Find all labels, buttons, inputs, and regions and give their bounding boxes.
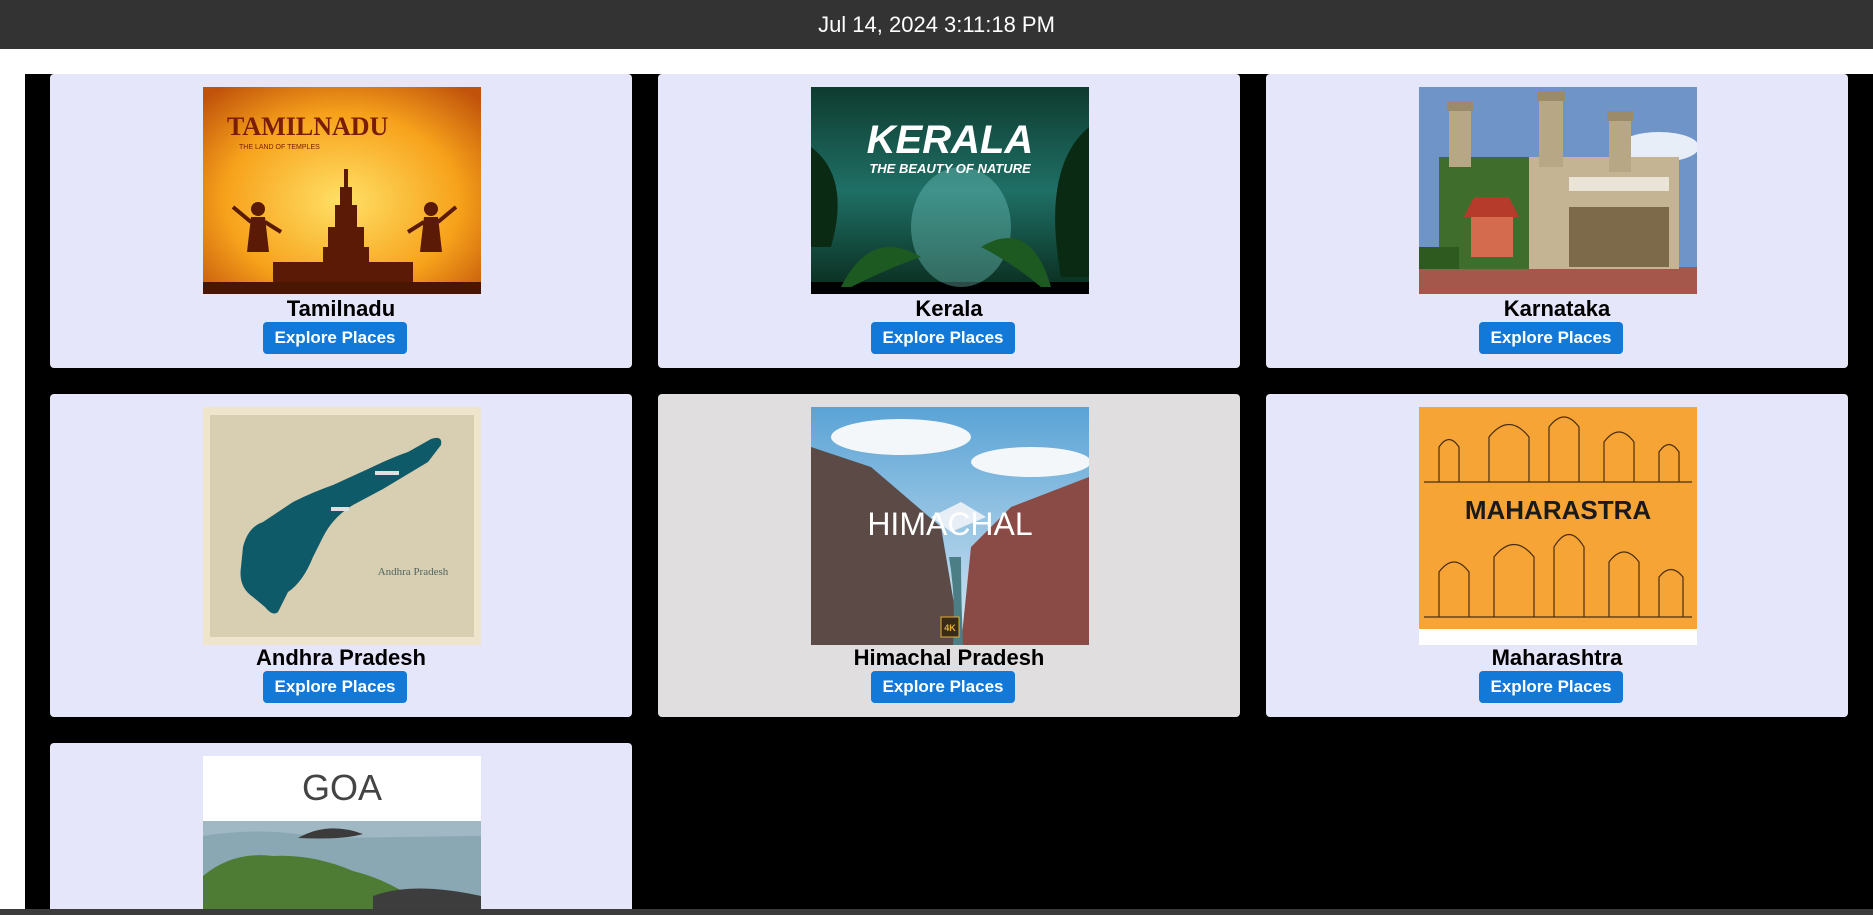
state-name: Maharashtra — [1491, 645, 1623, 670]
kerala-image: KERALA THE BEAUTY OF NATURE — [811, 87, 1089, 294]
explore-places-button[interactable]: Explore Places — [1479, 322, 1623, 354]
state-card-goa[interactable]: GOA — [50, 743, 632, 911]
state-name: Andhra Pradesh — [256, 645, 426, 670]
karnataka-image — [1419, 87, 1697, 294]
explore-places-button[interactable]: Explore Places — [871, 322, 1015, 354]
svg-text:GOA: GOA — [302, 767, 382, 808]
state-card-kerala[interactable]: KERALA THE BEAUTY OF NATURE Kerala Explo… — [658, 74, 1240, 368]
svg-text:THE LAND OF TEMPLES: THE LAND OF TEMPLES — [239, 144, 320, 151]
explore-places-button[interactable]: Explore Places — [871, 671, 1015, 703]
top-bar: Jul 14, 2024 3:11:18 PM — [0, 0, 1873, 49]
state-name: Karnataka — [1503, 296, 1611, 321]
state-card-tamilnadu[interactable]: TAMILNADU THE LAND OF TEMPLES Tamilnadu … — [50, 74, 632, 368]
bottom-scrollbar-edge — [0, 909, 1873, 915]
explore-places-button[interactable]: Explore Places — [263, 671, 407, 703]
svg-text:MAHARASTRA: MAHARASTRA — [1465, 495, 1652, 525]
state-name: Tamilnadu — [286, 296, 396, 321]
datetime-display: Jul 14, 2024 3:11:18 PM — [818, 11, 1055, 37]
state-card-maharashtra[interactable]: MAHARASTRA Maharashtra Explore Places — [1266, 394, 1848, 717]
tamilnadu-image: TAMILNADU THE LAND OF TEMPLES — [203, 87, 481, 294]
svg-text:TAMILNADU: TAMILNADU — [227, 112, 389, 141]
svg-text:Andhra Pradesh: Andhra Pradesh — [378, 566, 449, 578]
svg-text:4K: 4K — [944, 623, 956, 633]
himachal-pradesh-image: HIMACHAL 4K — [811, 407, 1089, 645]
svg-text:THE BEAUTY OF NATURE: THE BEAUTY OF NATURE — [869, 161, 1031, 176]
svg-text:KERALA: KERALA — [867, 118, 1034, 162]
state-card-karnataka[interactable]: Karnataka Explore Places — [1266, 74, 1848, 368]
explore-places-button[interactable]: Explore Places — [263, 322, 407, 354]
goa-image: GOA — [203, 756, 481, 911]
svg-text:HIMACHAL: HIMACHAL — [867, 506, 1032, 542]
state-card-andhra-pradesh[interactable]: Andhra Pradesh Andhra Pradesh Explore Pl… — [50, 394, 632, 717]
maharashtra-image: MAHARASTRA — [1419, 407, 1697, 645]
states-grid: TAMILNADU THE LAND OF TEMPLES Tamilnadu … — [25, 74, 1873, 911]
explore-places-button[interactable]: Explore Places — [1479, 671, 1623, 703]
andhra-pradesh-image: Andhra Pradesh — [203, 407, 481, 645]
state-card-himachal-pradesh[interactable]: HIMACHAL 4K Himachal Pradesh Explore Pla… — [658, 394, 1240, 717]
state-name: Kerala — [915, 296, 983, 321]
state-name: Himachal Pradesh — [853, 645, 1045, 670]
